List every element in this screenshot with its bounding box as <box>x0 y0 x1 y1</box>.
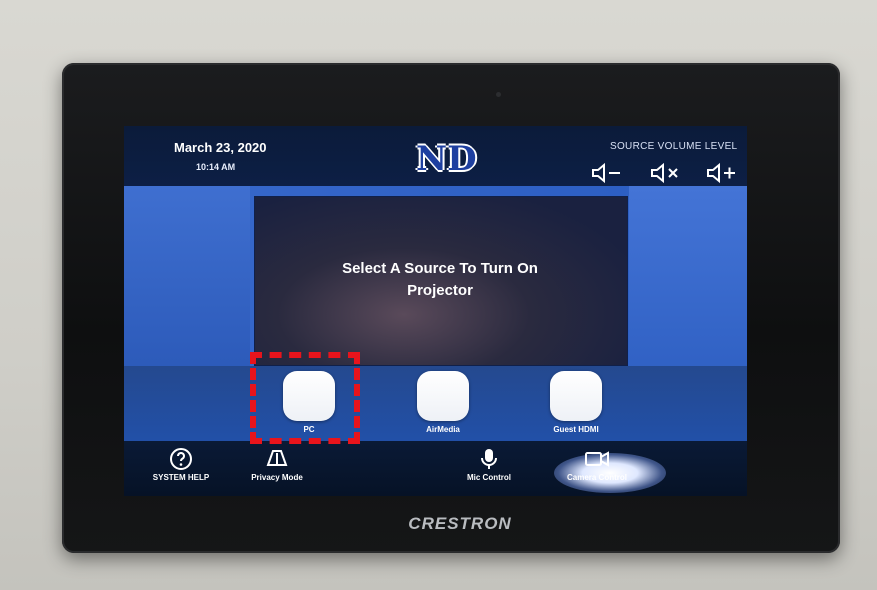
camera-sensor <box>496 92 501 97</box>
mic-control-label: Mic Control <box>467 473 511 482</box>
center-nav-button[interactable] <box>346 447 666 493</box>
source-airmedia-tile[interactable] <box>417 371 469 421</box>
video-camera-icon <box>552 447 642 471</box>
prompt-line-1: Select A Source To Turn On <box>342 260 538 277</box>
bottom-nav-bar: SYSTEM HELP Privacy Mode Mic Control Cam… <box>124 441 747 496</box>
volume-down-button[interactable] <box>588 160 626 186</box>
microphone-icon <box>444 447 534 471</box>
speaker-minus-icon <box>590 162 624 184</box>
university-logo: ND <box>416 139 477 179</box>
system-help-button[interactable]: SYSTEM HELP <box>136 447 226 482</box>
camera-control-button[interactable]: Camera Control <box>552 447 642 482</box>
camera-control-label: Camera Control <box>566 473 627 482</box>
help-icon <box>136 447 226 471</box>
speaker-mute-icon <box>649 162 683 184</box>
privacy-icon <box>232 447 322 471</box>
volume-mute-button[interactable] <box>647 160 685 186</box>
time-label: 10:14 AM <box>196 162 236 172</box>
privacy-mode-label: Privacy Mode <box>251 473 303 482</box>
touch-screen: March 23, 2020 10:14 AM ND SOURCE VOLUME… <box>124 126 747 496</box>
left-panel <box>124 186 250 381</box>
main-content: Select A Source To Turn On Projector PC … <box>124 186 747 441</box>
right-panel <box>629 186 747 381</box>
source-prompt: Select A Source To Turn On Projector <box>254 258 626 302</box>
system-help-label: SYSTEM HELP <box>152 473 210 482</box>
source-airmedia-button[interactable]: AirMedia <box>408 371 478 441</box>
privacy-mode-button[interactable]: Privacy Mode <box>232 447 322 482</box>
top-bar: March 23, 2020 10:14 AM ND SOURCE VOLUME… <box>124 126 747 186</box>
source-airmedia-label: AirMedia <box>426 425 460 434</box>
center-icon <box>346 447 436 471</box>
prompt-line-2: Projector <box>407 282 473 299</box>
source-guest-hdmi-button[interactable]: Guest HDMI <box>541 371 611 441</box>
date-label: March 23, 2020 <box>174 140 267 155</box>
source-guest-hdmi-tile[interactable] <box>550 371 602 421</box>
volume-title: SOURCE VOLUME LEVEL <box>610 141 738 152</box>
speaker-plus-icon <box>705 162 739 184</box>
brand-label: CRESTRON <box>408 514 512 533</box>
selection-highlight-box <box>250 352 360 444</box>
source-guest-hdmi-label: Guest HDMI <box>553 425 599 434</box>
volume-up-button[interactable] <box>703 160 741 186</box>
mic-control-button[interactable]: Mic Control <box>444 447 534 482</box>
